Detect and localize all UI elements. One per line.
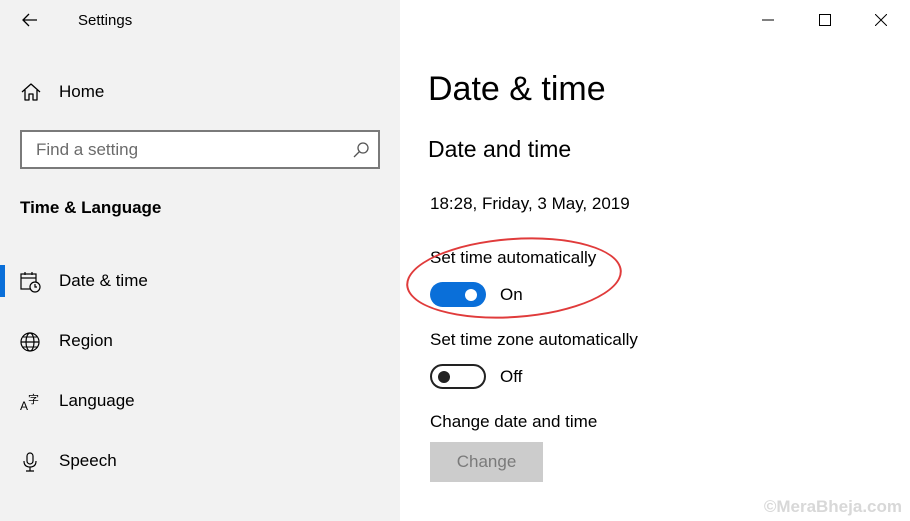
- toggle-knob: [438, 370, 450, 383]
- sidebar-item-home[interactable]: Home: [20, 80, 104, 104]
- page-title: Date & time: [428, 70, 606, 108]
- app-title: Settings: [78, 12, 133, 29]
- microphone-icon: [23, 452, 37, 472]
- home-icon: [21, 83, 41, 101]
- sidebar-item-language[interactable]: A 字 Language: [0, 381, 400, 421]
- search-box: [20, 130, 380, 169]
- watermark: ©MeraBheja.com: [763, 497, 902, 516]
- sidebar-item-label: Speech: [59, 451, 117, 470]
- sidebar-item-region[interactable]: Region: [0, 321, 400, 361]
- set-timezone-auto-state: Off: [500, 367, 523, 386]
- back-button[interactable]: [14, 6, 46, 34]
- search-input[interactable]: [22, 132, 342, 167]
- section-title: Time & Language: [20, 198, 162, 217]
- current-date-time: 18:28, Friday, 3 May, 2019: [430, 194, 630, 213]
- close-button[interactable]: [852, 0, 910, 40]
- language-icon: A 字: [20, 392, 39, 413]
- change-button[interactable]: Change: [430, 442, 543, 482]
- set-time-auto-state: On: [500, 285, 523, 304]
- active-indicator: [0, 265, 5, 297]
- sidebar-item-label: Language: [59, 391, 135, 410]
- sidebar-item-date-time[interactable]: Date & time: [0, 261, 400, 301]
- minimize-button[interactable]: [739, 0, 797, 40]
- section-heading: Date and time: [428, 136, 572, 162]
- svg-text:A: A: [20, 399, 28, 413]
- set-timezone-auto-toggle[interactable]: [430, 364, 486, 389]
- maximize-icon: [819, 14, 831, 26]
- sidebar-item-speech[interactable]: Speech: [0, 441, 400, 481]
- arrow-left-icon: [22, 13, 37, 27]
- sidebar-item-label: Home: [59, 82, 105, 101]
- set-time-auto-toggle[interactable]: [430, 282, 486, 307]
- svg-text:字: 字: [28, 392, 39, 406]
- search-icon[interactable]: [352, 141, 370, 159]
- sidebar-item-label: Date & time: [59, 271, 148, 290]
- set-time-auto-label: Set time automatically: [430, 248, 597, 267]
- change-date-time-label: Change date and time: [430, 412, 598, 431]
- main-panel: Date & time Date and time 18:28, Friday,…: [400, 0, 910, 521]
- maximize-button[interactable]: [796, 0, 854, 40]
- calendar-clock-icon: [20, 272, 41, 293]
- globe-icon: [20, 332, 40, 352]
- sidebar: Settings Home Time & Language Date & tim…: [0, 0, 400, 521]
- set-timezone-auto-label: Set time zone automatically: [430, 330, 638, 349]
- highlight-annotation: [403, 230, 625, 326]
- minimize-icon: [762, 19, 774, 21]
- toggle-knob: [465, 288, 477, 301]
- sidebar-item-label: Region: [59, 331, 113, 350]
- close-icon: [875, 14, 887, 26]
